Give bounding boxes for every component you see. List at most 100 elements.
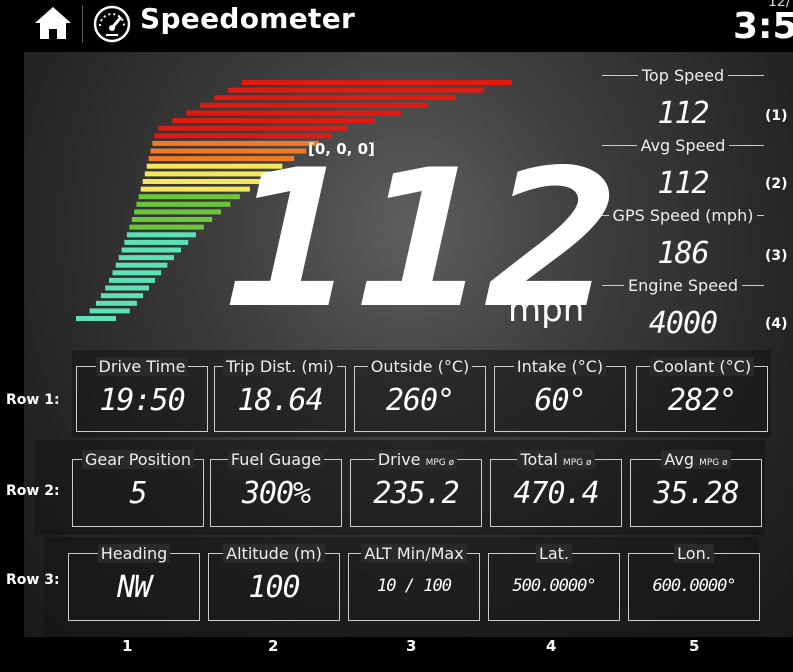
gauge-cell[interactable]: Fuel Guage 300% — [210, 450, 342, 527]
arc-bar — [109, 277, 155, 283]
stat-value: 4000 — [648, 306, 718, 341]
cell-label: ALT Min/Max — [361, 544, 467, 563]
cell-label: Outside (°C) — [367, 357, 473, 376]
arc-bar — [186, 110, 401, 116]
cell-value: 470.4 — [513, 476, 599, 511]
cell-label-text: Drive — [377, 450, 421, 469]
stat-value: 186 — [657, 236, 709, 271]
stat-label: GPS Speed (mph) — [602, 206, 764, 225]
cell-label: Altitude (m) — [223, 544, 325, 563]
arc-bar — [172, 118, 375, 124]
cell-label-wrap: Outside (°C) — [355, 357, 485, 376]
column-number: 1 — [122, 637, 133, 655]
row-label: Row 2: — [6, 483, 60, 499]
cell-value: 19:50 — [99, 383, 185, 418]
gauge-cell[interactable]: Coolant (°C) 282° — [636, 357, 768, 432]
cell-value: 500.0000° — [512, 576, 596, 596]
arc-bar — [105, 285, 149, 291]
gauge-cell[interactable]: Gear Position 5 — [72, 450, 204, 527]
cell-label: Drive Time — [95, 357, 189, 376]
cell-label: Coolant (°C) — [649, 357, 755, 376]
arc-bar — [121, 247, 181, 253]
stat-label: Top Speed — [602, 66, 764, 85]
arc-bar — [228, 87, 484, 93]
gauge-cell[interactable]: Drive Time 19:50 — [76, 357, 208, 432]
gauge-cell[interactable]: Drive MPG ø 235.2 — [350, 450, 482, 527]
arc-bar — [115, 262, 168, 268]
cell-label-wrap: ALT Min/Max — [349, 544, 479, 563]
cell-sublabel: MPG ø — [699, 458, 728, 468]
stat-label: Avg Speed — [602, 136, 764, 155]
gauge-cell[interactable]: Intake (°C) 60° — [494, 357, 626, 432]
stat-index: (3) — [765, 248, 788, 264]
cell-label-wrap: Total MPG ø — [491, 450, 621, 469]
cell-sublabel: MPG ø — [425, 458, 455, 468]
column-number: 4 — [546, 637, 557, 655]
arc-bar — [95, 300, 137, 306]
cell-label-wrap: Altitude (m) — [209, 544, 339, 563]
cell-label: Lon. — [674, 544, 714, 563]
gauge-cell[interactable]: ALT Min/Max 10 / 100 — [348, 544, 480, 621]
arc-bar — [100, 293, 144, 299]
cell-label-wrap: Lon. — [629, 544, 759, 563]
cell-label-wrap: Coolant (°C) — [637, 357, 767, 376]
cell-value: 282° — [667, 383, 737, 418]
row-label: Row 3: — [6, 572, 60, 588]
cell-value: 600.0000° — [652, 576, 736, 596]
gauge-cell[interactable]: Total MPG ø 470.4 — [490, 450, 622, 527]
gauge-cell[interactable]: Lat. 500.0000° — [488, 544, 620, 621]
cell-label-text: Intake (°C) — [516, 357, 604, 376]
cell-label: Intake (°C) — [513, 357, 607, 376]
cell-label-wrap: Drive MPG ø — [351, 450, 481, 469]
current-speed: 112 — [225, 129, 620, 350]
arc-bar — [200, 102, 428, 108]
cell-label: Drive MPG ø — [374, 450, 458, 469]
row-label: Row 1: — [6, 392, 60, 408]
cell-value: 5 — [129, 476, 147, 511]
cell-label: Total MPG ø — [517, 450, 595, 469]
arc-bar — [136, 201, 231, 207]
cell-value: 235.2 — [373, 476, 459, 511]
cell-value: 300% — [241, 476, 311, 511]
cell-label-wrap: Intake (°C) — [495, 357, 625, 376]
arc-bar — [76, 316, 116, 321]
cell-label-wrap: Fuel Guage — [211, 450, 341, 469]
arc-bar — [124, 239, 189, 245]
column-number: 2 — [268, 637, 279, 655]
cell-label-text: Trip Dist. (mi) — [226, 357, 334, 376]
gauge-cell[interactable]: Altitude (m) 100 — [208, 544, 340, 621]
cell-value: 260° — [385, 383, 455, 418]
cell-label-text: Heading — [100, 544, 168, 563]
cell-sublabel: MPG ø — [562, 458, 592, 468]
cell-label-text: Total — [520, 450, 558, 469]
column-number: 3 — [406, 637, 417, 655]
stat-value: 112 — [657, 96, 709, 131]
cell-label: Gear Position — [81, 450, 194, 469]
cell-label-wrap: Trip Dist. (mi) — [215, 357, 345, 376]
cell-label-text: Gear Position — [84, 450, 191, 469]
cell-label-text: Lat. — [538, 544, 570, 563]
arc-bar — [118, 255, 174, 261]
cell-label-wrap: Drive Time — [77, 357, 207, 376]
gauge-cell[interactable]: Heading NW — [68, 544, 200, 621]
arc-bar — [112, 270, 162, 276]
arc-bar — [214, 95, 456, 101]
cell-label-text: Avg — [664, 450, 694, 469]
cell-label-text: Outside (°C) — [370, 357, 470, 376]
column-number: 5 — [689, 637, 700, 655]
gauge-cell[interactable]: Lon. 600.0000° — [628, 544, 760, 621]
arc-bar — [242, 80, 512, 85]
cell-label-wrap: Lat. — [489, 544, 619, 563]
stat-index: (2) — [765, 176, 788, 192]
gauge-cell[interactable]: Trip Dist. (mi) 18.64 — [214, 357, 346, 432]
cell-label-text: Lon. — [677, 544, 711, 563]
cell-label: Avg MPG ø — [661, 450, 731, 469]
arc-bar — [129, 224, 204, 230]
gauge-cell[interactable]: Outside (°C) 260° — [354, 357, 486, 432]
cell-value: 18.64 — [237, 383, 323, 418]
cell-label-text: Altitude (m) — [226, 544, 322, 563]
cell-value: NW — [116, 570, 152, 605]
cell-value: 35.28 — [653, 476, 739, 511]
gauge-cell[interactable]: Avg MPG ø 35.28 — [630, 450, 762, 527]
stat-value: 112 — [657, 166, 709, 201]
